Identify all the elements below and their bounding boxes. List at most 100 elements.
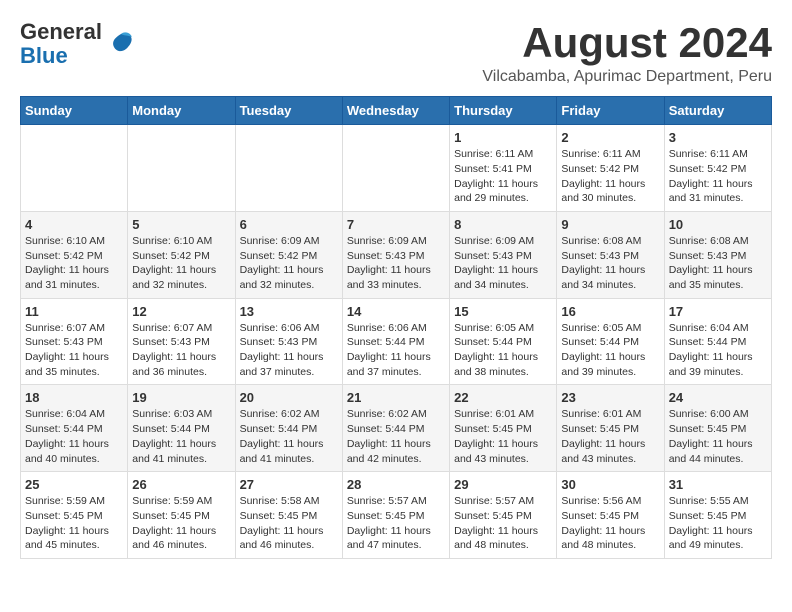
day-of-week-header: Monday — [128, 97, 235, 125]
calendar-cell: 4Sunrise: 6:10 AM Sunset: 5:42 PM Daylig… — [21, 211, 128, 298]
calendar-cell: 30 Sunrise: 5:56 AM Sunset: 5:45 PM Dayli… — [557, 472, 664, 559]
day-of-week-header: Friday — [557, 97, 664, 125]
day-number: 20 — [240, 390, 338, 405]
calendar-cell: 24 Sunrise: 6:00 AM Sunset: 5:45 PM Dayli… — [664, 385, 771, 472]
day-number: 2 — [561, 130, 659, 145]
day-info: Sunrise: 6:04 AM Sunset: 5:44 PM Dayligh… — [25, 407, 123, 466]
calendar-week-row: 25 Sunrise: 5:59 AM Sunset: 5:45 PM Dayli… — [21, 472, 772, 559]
day-number: 23 — [561, 390, 659, 405]
day-number: 29 — [454, 477, 552, 492]
day-number: 8 — [454, 217, 552, 232]
day-info: Sunrise: 6:09 AM Sunset: 5:42 PM Dayligh… — [240, 234, 338, 293]
day-number: 16 — [561, 304, 659, 319]
calendar-week-row: 18 Sunrise: 6:04 AM Sunset: 5:44 PM Dayli… — [21, 385, 772, 472]
day-info: Sunrise: 5:57 AM Sunset: 5:45 PM Dayligh… — [454, 494, 552, 553]
calendar-cell: 16 Sunrise: 6:05 AM Sunset: 5:44 PM Dayli… — [557, 298, 664, 385]
day-number: 4 — [25, 217, 123, 232]
day-number: 30 — [561, 477, 659, 492]
day-info: Sunrise: 6:08 AM Sunset: 5:43 PM Dayligh… — [561, 234, 659, 293]
day-info: Sunrise: 5:57 AM Sunset: 5:45 PM Dayligh… — [347, 494, 445, 553]
day-info: Sunrise: 6:01 AM Sunset: 5:45 PM Dayligh… — [454, 407, 552, 466]
day-number: 11 — [25, 304, 123, 319]
day-number: 25 — [25, 477, 123, 492]
calendar-cell — [342, 125, 449, 212]
day-info: Sunrise: 6:09 AM Sunset: 5:43 PM Dayligh… — [347, 234, 445, 293]
day-info: Sunrise: 5:59 AM Sunset: 5:45 PM Dayligh… — [132, 494, 230, 553]
day-number: 14 — [347, 304, 445, 319]
day-number: 13 — [240, 304, 338, 319]
day-info: Sunrise: 6:00 AM Sunset: 5:45 PM Dayligh… — [669, 407, 767, 466]
day-info: Sunrise: 6:11 AM Sunset: 5:42 PM Dayligh… — [669, 147, 767, 206]
day-of-week-header: Thursday — [450, 97, 557, 125]
calendar-cell: 15 Sunrise: 6:05 AM Sunset: 5:44 PM Dayli… — [450, 298, 557, 385]
day-info: Sunrise: 5:55 AM Sunset: 5:45 PM Dayligh… — [669, 494, 767, 553]
day-of-week-header: Sunday — [21, 97, 128, 125]
day-number: 26 — [132, 477, 230, 492]
page-header: General Blue August 2024 Vilcabamba, Apu… — [20, 20, 772, 86]
day-info: Sunrise: 6:02 AM Sunset: 5:44 PM Dayligh… — [347, 407, 445, 466]
day-info: Sunrise: 6:06 AM Sunset: 5:43 PM Dayligh… — [240, 321, 338, 380]
calendar-cell: 23 Sunrise: 6:01 AM Sunset: 5:45 PM Dayli… — [557, 385, 664, 472]
day-info: Sunrise: 6:01 AM Sunset: 5:45 PM Dayligh… — [561, 407, 659, 466]
day-info: Sunrise: 5:59 AM Sunset: 5:45 PM Dayligh… — [25, 494, 123, 553]
calendar-cell: 22 Sunrise: 6:01 AM Sunset: 5:45 PM Dayli… — [450, 385, 557, 472]
logo-general-text: General — [20, 19, 102, 44]
main-title: August 2024 — [482, 20, 772, 66]
calendar-cell: 20 Sunrise: 6:02 AM Sunset: 5:44 PM Dayli… — [235, 385, 342, 472]
calendar-cell: 8 Sunrise: 6:09 AM Sunset: 5:43 PM Daylig… — [450, 211, 557, 298]
day-number: 6 — [240, 217, 338, 232]
calendar-cell: 13 Sunrise: 6:06 AM Sunset: 5:43 PM Dayli… — [235, 298, 342, 385]
day-number: 1 — [454, 130, 552, 145]
calendar-cell: 6 Sunrise: 6:09 AM Sunset: 5:42 PM Daylig… — [235, 211, 342, 298]
day-number: 5 — [132, 217, 230, 232]
day-number: 31 — [669, 477, 767, 492]
day-info: Sunrise: 6:03 AM Sunset: 5:44 PM Dayligh… — [132, 407, 230, 466]
calendar-cell: 7Sunrise: 6:09 AM Sunset: 5:43 PM Daylig… — [342, 211, 449, 298]
calendar-cell — [21, 125, 128, 212]
calendar-cell: 9 Sunrise: 6:08 AM Sunset: 5:43 PM Daylig… — [557, 211, 664, 298]
day-info: Sunrise: 6:10 AM Sunset: 5:42 PM Dayligh… — [132, 234, 230, 293]
day-info: Sunrise: 6:08 AM Sunset: 5:43 PM Dayligh… — [669, 234, 767, 293]
calendar-cell: 17 Sunrise: 6:04 AM Sunset: 5:44 PM Dayli… — [664, 298, 771, 385]
day-number: 3 — [669, 130, 767, 145]
day-number: 18 — [25, 390, 123, 405]
day-number: 15 — [454, 304, 552, 319]
calendar-cell: 2Sunrise: 6:11 AM Sunset: 5:42 PM Daylig… — [557, 125, 664, 212]
day-info: Sunrise: 6:06 AM Sunset: 5:44 PM Dayligh… — [347, 321, 445, 380]
calendar-cell: 25 Sunrise: 5:59 AM Sunset: 5:45 PM Dayli… — [21, 472, 128, 559]
day-of-week-header: Saturday — [664, 97, 771, 125]
calendar-cell: 10 Sunrise: 6:08 AM Sunset: 5:43 PM Dayli… — [664, 211, 771, 298]
calendar-cell: 14 Sunrise: 6:06 AM Sunset: 5:44 PM Dayli… — [342, 298, 449, 385]
day-info: Sunrise: 6:09 AM Sunset: 5:43 PM Dayligh… — [454, 234, 552, 293]
day-number: 17 — [669, 304, 767, 319]
calendar-cell: 1Sunrise: 6:11 AM Sunset: 5:41 PM Daylig… — [450, 125, 557, 212]
calendar-cell: 21Sunrise: 6:02 AM Sunset: 5:44 PM Dayli… — [342, 385, 449, 472]
logo-bird-icon — [106, 29, 136, 59]
day-of-week-header: Tuesday — [235, 97, 342, 125]
subtitle: Vilcabamba, Apurimac Department, Peru — [482, 68, 772, 86]
calendar-cell: 26 Sunrise: 5:59 AM Sunset: 5:45 PM Dayli… — [128, 472, 235, 559]
day-info: Sunrise: 6:07 AM Sunset: 5:43 PM Dayligh… — [25, 321, 123, 380]
day-info: Sunrise: 6:04 AM Sunset: 5:44 PM Dayligh… — [669, 321, 767, 380]
day-number: 24 — [669, 390, 767, 405]
calendar-cell: 19Sunrise: 6:03 AM Sunset: 5:44 PM Dayli… — [128, 385, 235, 472]
day-number: 22 — [454, 390, 552, 405]
calendar-cell: 27Sunrise: 5:58 AM Sunset: 5:45 PM Dayli… — [235, 472, 342, 559]
calendar-body: 1Sunrise: 6:11 AM Sunset: 5:41 PM Daylig… — [21, 125, 772, 559]
calendar-week-row: 11 Sunrise: 6:07 AM Sunset: 5:43 PM Dayli… — [21, 298, 772, 385]
calendar-table: SundayMondayTuesdayWednesdayThursdayFrid… — [20, 96, 772, 559]
day-info: Sunrise: 6:05 AM Sunset: 5:44 PM Dayligh… — [454, 321, 552, 380]
day-number: 10 — [669, 217, 767, 232]
calendar-cell: 11 Sunrise: 6:07 AM Sunset: 5:43 PM Dayli… — [21, 298, 128, 385]
day-info: Sunrise: 6:05 AM Sunset: 5:44 PM Dayligh… — [561, 321, 659, 380]
calendar-cell: 29 Sunrise: 5:57 AM Sunset: 5:45 PM Dayli… — [450, 472, 557, 559]
day-info: Sunrise: 5:56 AM Sunset: 5:45 PM Dayligh… — [561, 494, 659, 553]
day-info: Sunrise: 5:58 AM Sunset: 5:45 PM Dayligh… — [240, 494, 338, 553]
calendar-cell: 12Sunrise: 6:07 AM Sunset: 5:43 PM Dayli… — [128, 298, 235, 385]
calendar-cell: 18 Sunrise: 6:04 AM Sunset: 5:44 PM Dayli… — [21, 385, 128, 472]
day-number: 28 — [347, 477, 445, 492]
calendar-cell: 31 Sunrise: 5:55 AM Sunset: 5:45 PM Dayli… — [664, 472, 771, 559]
day-number: 9 — [561, 217, 659, 232]
day-info: Sunrise: 6:02 AM Sunset: 5:44 PM Dayligh… — [240, 407, 338, 466]
calendar-cell: 3 Sunrise: 6:11 AM Sunset: 5:42 PM Daylig… — [664, 125, 771, 212]
